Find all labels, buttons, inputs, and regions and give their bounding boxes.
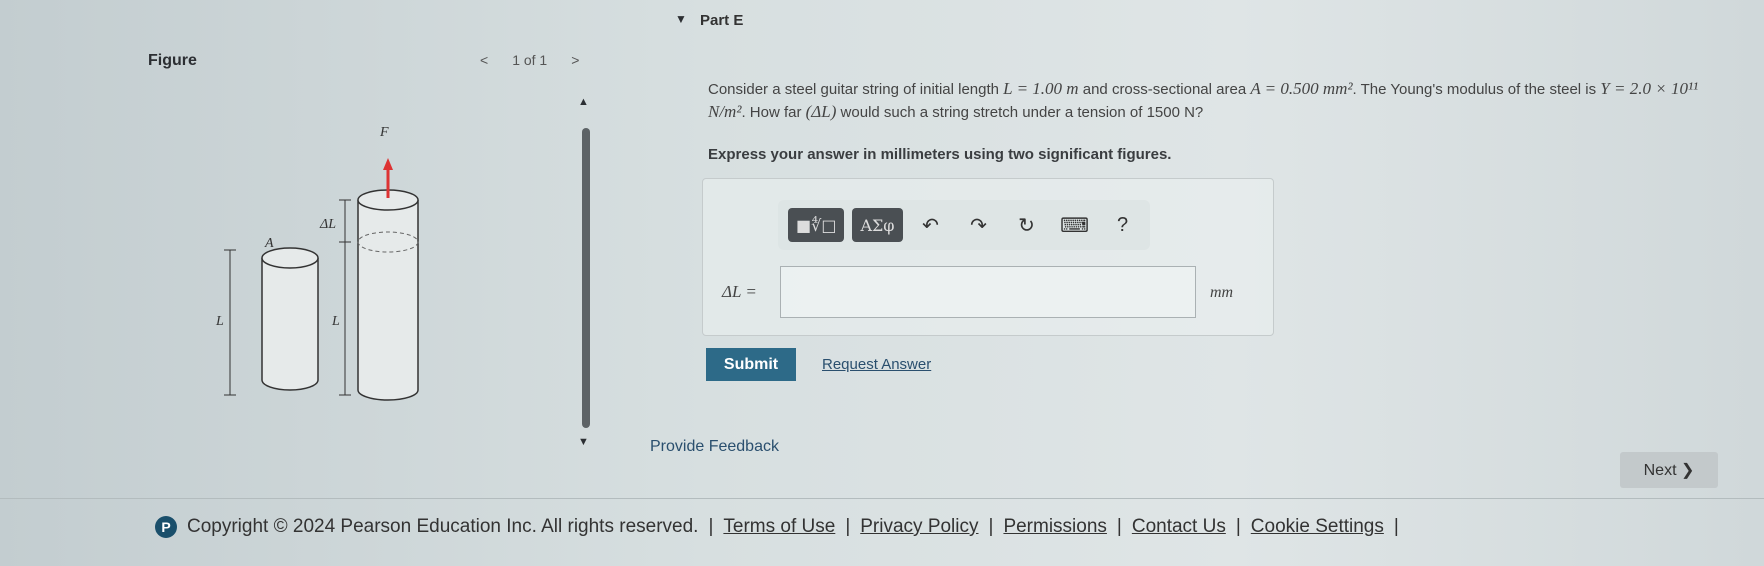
- figure-pager: < 1 of 1 >: [480, 52, 579, 68]
- scroll-down-icon[interactable]: ▼: [578, 436, 589, 448]
- answer-label: ΔL =: [722, 282, 757, 301]
- pearson-logo-icon: P: [155, 516, 177, 538]
- figure-scrollbar[interactable]: [582, 128, 590, 428]
- collapse-caret-icon[interactable]: ▼: [675, 12, 687, 26]
- keyboard-icon[interactable]: ⌨: [1055, 213, 1095, 238]
- instruction: Express your answer in millimeters using…: [708, 146, 1172, 163]
- length-right-label: L: [331, 314, 340, 329]
- reset-icon[interactable]: ↻: [1007, 213, 1047, 238]
- cylinder-a: [261, 258, 319, 391]
- copyright-text: Copyright © 2024 Pearson Education Inc. …: [187, 516, 699, 537]
- permissions-link[interactable]: Permissions: [1003, 516, 1106, 538]
- figure-image: F ΔL A L L: [215, 125, 419, 401]
- help-icon[interactable]: ?: [1103, 214, 1143, 237]
- force-label: F: [379, 125, 389, 140]
- cylinder-b: [357, 200, 419, 401]
- footer-divider: [0, 498, 1764, 499]
- prev-figure-button[interactable]: <: [480, 52, 488, 68]
- redo-icon[interactable]: ↷: [959, 213, 999, 238]
- undo-icon[interactable]: ↶: [911, 213, 951, 238]
- answer-input[interactable]: [780, 266, 1196, 318]
- part-title: Part E: [700, 12, 744, 29]
- delta-l-label: ΔL: [319, 217, 336, 232]
- figure-label: Figure: [148, 52, 197, 69]
- scroll-up-icon[interactable]: ▲: [578, 96, 589, 108]
- contact-link[interactable]: Contact Us: [1132, 516, 1226, 538]
- next-figure-button[interactable]: >: [571, 52, 579, 68]
- provide-feedback-link[interactable]: Provide Feedback: [650, 438, 779, 456]
- cookie-settings-link[interactable]: Cookie Settings: [1251, 516, 1384, 538]
- terms-link[interactable]: Terms of Use: [723, 516, 835, 538]
- length-left-label: L: [215, 314, 224, 329]
- request-answer-link[interactable]: Request Answer: [822, 356, 931, 373]
- footer: P Copyright © 2024 Pearson Education Inc…: [155, 516, 1399, 538]
- symbols-button[interactable]: ΑΣφ: [852, 208, 903, 242]
- answer-unit: mm: [1210, 284, 1234, 301]
- submit-button[interactable]: Submit: [706, 348, 796, 381]
- next-button[interactable]: Next ❯: [1620, 452, 1718, 488]
- question-text: Consider a steel guitar string of initia…: [708, 79, 1699, 121]
- privacy-link[interactable]: Privacy Policy: [860, 516, 978, 538]
- templates-button[interactable]: ■∜□: [788, 208, 845, 242]
- math-toolbar: ■∜□ ΑΣφ ↶ ↷ ↻ ⌨ ?: [778, 200, 1150, 250]
- area-label: A: [264, 236, 274, 251]
- page-indicator: 1 of 1: [512, 52, 548, 68]
